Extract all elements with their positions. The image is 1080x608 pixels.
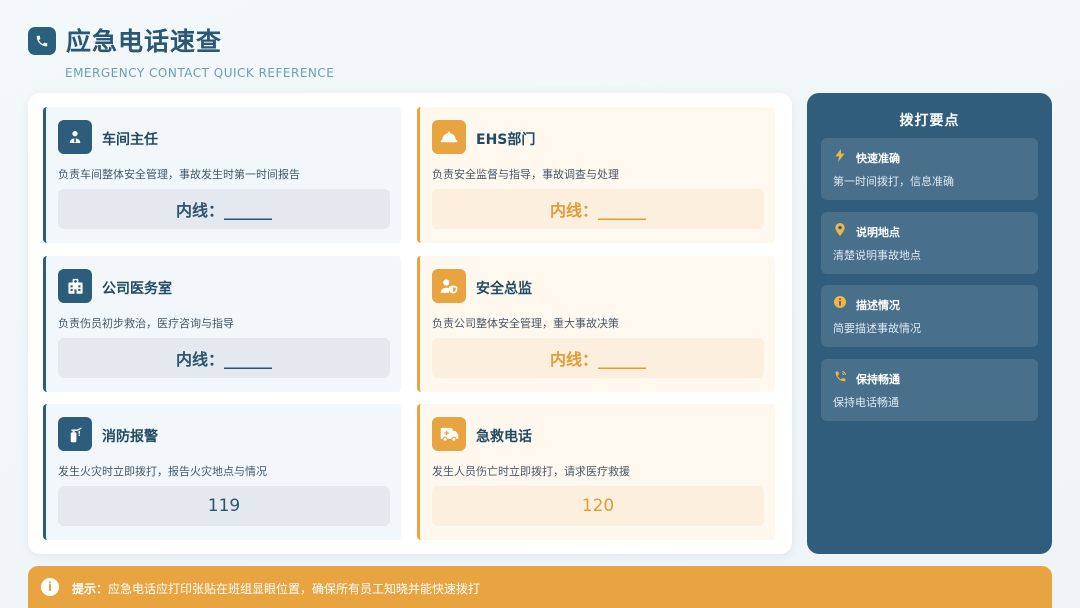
notice-label: 提示： [72, 582, 109, 596]
contact-card-fire-alarm: 消防报警 发生火灾时立即拨打，报告火灾地点与情况 119 [43, 404, 401, 540]
info-icon: i [41, 578, 59, 596]
emergency-number: 120 [432, 486, 764, 526]
notice-bar: i 提示：应急电话应打印张贴在班组显眼位置，确保所有员工知晓并能快速拨打 [28, 566, 1052, 608]
ambulance-icon [432, 417, 466, 451]
phone-icon [28, 27, 56, 55]
tip-desc: 清楚说明事故地点 [833, 249, 921, 262]
tip-title: 说明地点 [856, 226, 900, 239]
extension-number: 内线：______ [58, 189, 390, 229]
tip-keep-line-open: 保持畅通 保持电话畅通 [821, 359, 1038, 421]
bolt-icon [833, 148, 847, 162]
hospital-icon [58, 269, 92, 303]
contact-card-ehs: EHS部门 负责安全监督与指导，事故调查与处理 内线：______ [417, 107, 775, 243]
notice-text: 提示：应急电话应打印张贴在班组显眼位置，确保所有员工知晓并能快速拨打 [72, 580, 480, 597]
phone-volume-icon [833, 369, 847, 383]
extension-number: 内线：______ [58, 338, 390, 378]
card-title: EHS部门 [476, 132, 536, 148]
card-title: 车间主任 [102, 132, 158, 148]
fire-extinguisher-icon [58, 417, 92, 451]
tip-desc: 简要描述事故情况 [833, 322, 921, 335]
map-pin-icon [833, 222, 847, 236]
extension-number: 内线：______ [432, 338, 764, 378]
manager-icon [58, 120, 92, 154]
card-desc: 负责车间整体安全管理，事故发生时第一时间报告 [58, 168, 300, 181]
info-icon [833, 295, 847, 309]
tip-desc: 保持电话畅通 [833, 396, 899, 409]
card-desc: 发生火灾时立即拨打，报告火灾地点与情况 [58, 465, 267, 478]
user-shield-icon [432, 269, 466, 303]
tip-quick-accurate: 快速准确 第一时间拨打，信息准确 [821, 138, 1038, 200]
page-subtitle: EMERGENCY CONTACT QUICK REFERENCE [65, 66, 335, 80]
tip-describe-situation: 描述情况 简要描述事故情况 [821, 285, 1038, 347]
card-desc: 负责伤员初步救治，医疗咨询与指导 [58, 317, 234, 330]
tip-title: 保持畅通 [856, 373, 900, 386]
card-desc: 发生人员伤亡时立即拨打，请求医疗救援 [432, 465, 630, 478]
contact-card-safety-director: 安全总监 负责公司整体安全管理，重大事故决策 内线：______ [417, 256, 775, 392]
contact-card-workshop-director: 车间主任 负责车间整体安全管理，事故发生时第一时间报告 内线：______ [43, 107, 401, 243]
card-title: 公司医务室 [102, 281, 172, 297]
tip-title: 描述情况 [856, 299, 900, 312]
tip-explain-location: 说明地点 清楚说明事故地点 [821, 212, 1038, 274]
extension-number: 内线：______ [432, 189, 764, 229]
card-desc: 负责公司整体安全管理，重大事故决策 [432, 317, 619, 330]
tip-desc: 第一时间拨打，信息准确 [833, 175, 954, 188]
card-desc: 负责安全监督与指导，事故调查与处理 [432, 168, 619, 181]
page-title: 应急电话速查 [66, 27, 223, 56]
contact-card-ambulance: 急救电话 发生人员伤亡时立即拨打，请求医疗救援 120 [417, 404, 775, 540]
card-title: 急救电话 [476, 429, 532, 445]
contact-card-clinic: 公司医务室 负责伤员初步救治，医疗咨询与指导 内线：______ [43, 256, 401, 392]
emergency-number: 119 [58, 486, 390, 526]
notice-content: 应急电话应打印张贴在班组显眼位置，确保所有员工知晓并能快速拨打 [108, 582, 481, 596]
tip-title: 快速准确 [856, 152, 900, 165]
side-title: 拨打要点 [899, 113, 960, 129]
card-title: 安全总监 [476, 281, 532, 297]
card-title: 消防报警 [102, 429, 158, 445]
hard-hat-icon [432, 120, 466, 154]
calling-tips-panel: 拨打要点 快速准确 第一时间拨打，信息准确 说明地点 清楚说明事故地点 描述情况… [807, 93, 1052, 554]
contacts-panel: 车间主任 负责车间整体安全管理，事故发生时第一时间报告 内线：______ EH… [28, 93, 792, 554]
